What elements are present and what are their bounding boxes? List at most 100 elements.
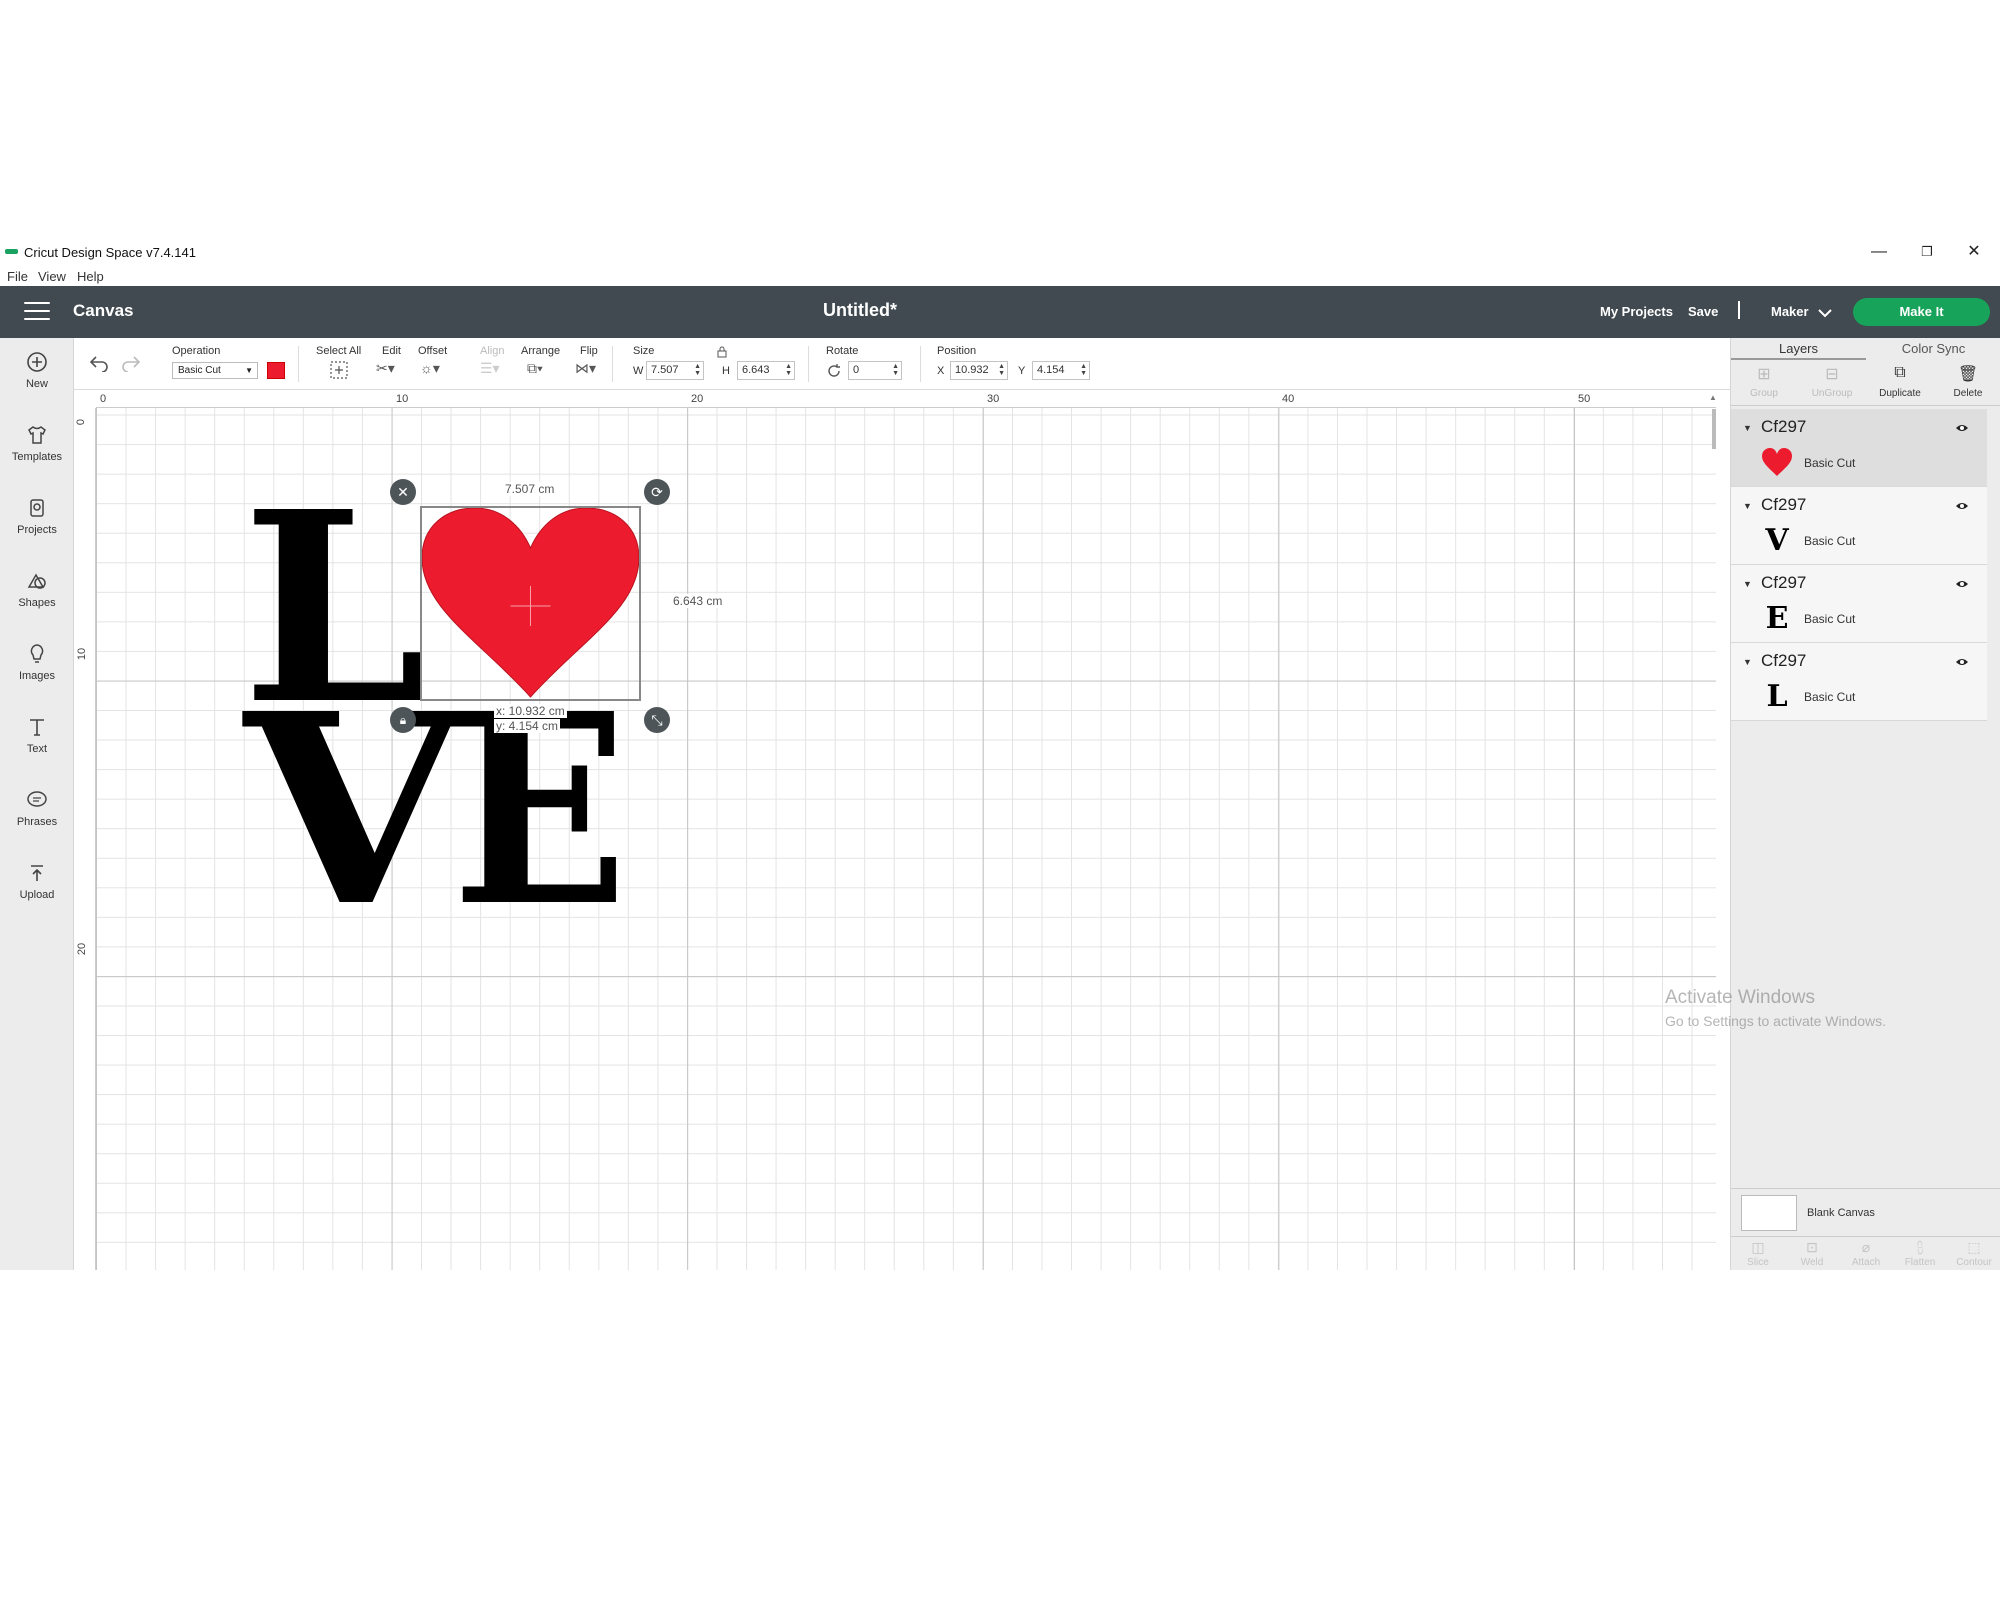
my-projects-link[interactable]: My Projects [1600,304,1673,319]
flip-icon[interactable]: ⋈▾ [575,360,596,382]
save-button[interactable]: Save [1688,304,1718,319]
blank-canvas-swatch[interactable] [1741,1195,1797,1231]
rail-label: Projects [17,524,57,536]
v-thumbnail: V [1765,523,1789,558]
spinner-icon[interactable]: ▲ ▼ [998,363,1005,377]
delete-handle-icon[interactable]: ✕ [390,479,416,505]
spinner-icon[interactable]: ▲ ▼ [785,363,792,377]
make-it-button[interactable]: Make It [1853,298,1990,326]
rail-new[interactable]: New [0,350,74,410]
left-rail: New Templates Projects Shapes Images Tex… [0,338,74,1270]
rail-text[interactable]: Text [0,715,74,775]
collapse-triangle-icon[interactable]: ▼ [1743,579,1752,589]
select-all-icon[interactable] [329,360,349,380]
height-field[interactable]: 6.643 ▲ ▼ [737,361,795,380]
rail-images[interactable]: Images [0,642,74,702]
layer-group[interactable]: ▼ Cf297 Basic Cut [1731,409,1987,487]
rail-upload[interactable]: Upload [0,861,74,921]
design-canvas[interactable]: 0 10 20 30 40 50 0 10 20 L V E ✕ ⟳ 🔒︎ ⤡ … [74,391,1716,1270]
resize-handle-icon[interactable]: ⤡ [644,707,670,733]
spinner-icon[interactable]: ▲ ▼ [694,363,701,377]
ungroup-button[interactable]: ⊟ UnGroup [1799,364,1865,399]
rail-projects[interactable]: Projects [0,496,74,556]
operation-select[interactable]: Basic Cut ▼ [172,362,258,379]
offset-icon[interactable]: ☼▾ [420,360,440,382]
document-title: Untitled* [823,300,897,320]
layer-group[interactable]: ▼ Cf297 V Basic Cut [1731,487,1987,565]
rail-label: Phrases [16,816,58,828]
speech-bubble-icon [25,788,49,812]
x-axis-label: X [937,365,945,377]
layer-group[interactable]: ▼ Cf297 E Basic Cut [1731,565,1987,643]
letter-v[interactable]: V [244,679,464,941]
attach-button[interactable]: ⌀ Attach [1839,1239,1893,1268]
selection-width-label: 7.507 cm [505,482,555,496]
tab-layers[interactable]: Layers [1731,341,1866,356]
duplicate-label: Duplicate [1879,388,1921,399]
rail-templates[interactable]: Templates [0,423,74,483]
minimize-button[interactable]: — [1856,240,1902,264]
app-header: Canvas Untitled* My Projects Save Maker … [0,286,2000,338]
width-field[interactable]: 7.507 ▲ ▼ [646,361,704,380]
menu-bar: File View Help [0,266,2000,286]
group-button[interactable]: ⊞ Group [1731,364,1797,399]
visibility-eye-icon[interactable] [1955,499,1969,513]
visibility-eye-icon[interactable] [1955,421,1969,435]
operation-label: Operation [172,345,221,357]
scroll-thumb[interactable] [1712,409,1716,449]
layer-group[interactable]: ▼ Cf297 L Basic Cut [1731,643,1987,721]
menu-file[interactable]: File [7,269,28,284]
blank-canvas-row[interactable]: Blank Canvas [1731,1188,2000,1236]
rail-phrases[interactable]: Phrases [0,788,74,848]
duplicate-button[interactable]: ⧉ Duplicate [1867,364,1933,399]
layer-name: Basic Cut [1804,690,1856,704]
position-x-field[interactable]: 10.932 ▲ ▼ [950,361,1008,380]
rail-shapes[interactable]: Shapes [0,569,74,629]
spinner-icon[interactable]: ▲ ▼ [1080,363,1087,377]
slice-button[interactable]: ◫ Slice [1731,1239,1785,1268]
collapse-triangle-icon[interactable]: ▼ [1743,501,1752,511]
undo-icon[interactable] [88,354,110,372]
machine-select[interactable]: Maker [1771,304,1809,319]
position-y-field[interactable]: 4.154 ▲ ▼ [1032,361,1090,380]
caret-down-icon: ▼ [245,366,253,375]
visibility-eye-icon[interactable] [1955,655,1969,669]
menu-help[interactable]: Help [77,269,104,284]
shapes-icon [25,569,49,593]
lock-icon[interactable] [717,346,727,358]
chevron-down-icon[interactable] [1818,308,1832,318]
cricut-design-space-window: Cricut Design Space v7.4.141 — ❐ ✕ File … [0,238,2000,1270]
redo-icon[interactable] [120,354,142,372]
menu-view[interactable]: View [38,269,66,284]
weld-icon: ⊡ [1806,1239,1818,1255]
shirt-icon [25,423,49,447]
delete-button[interactable]: 🗑︎ Delete [1935,364,2000,399]
canvas-scrollbar[interactable]: ▲ [1709,391,1716,1270]
spinner-icon[interactable]: ▲ ▼ [892,363,899,377]
arrange-icon[interactable]: ⧉▾ [527,360,543,382]
collapse-triangle-icon[interactable]: ▼ [1743,657,1752,667]
flatten-button[interactable]: ⩉ Flatten [1893,1239,1947,1268]
position-label: Position [937,345,977,357]
scroll-up-icon[interactable]: ▲ [1709,393,1716,402]
edit-scissors-icon[interactable]: ✂▾ [376,360,395,382]
width-value: 7.507 [651,364,679,376]
collapse-triangle-icon[interactable]: ▼ [1743,423,1752,433]
selection-height-label: 6.643 cm [673,594,723,608]
close-window-button[interactable]: ✕ [1951,240,1997,264]
restore-button[interactable]: ❐ [1904,240,1950,264]
align-icon[interactable]: ☰▾ [480,360,500,382]
visibility-eye-icon[interactable] [1955,577,1969,591]
edit-toolbar: Operation Basic Cut ▼ Select All Edit ✂▾ … [74,338,1730,390]
ruler-tick-label: 20 [76,942,89,956]
contour-button[interactable]: ⬚ Contour [1947,1239,2000,1268]
rotate-field[interactable]: 0 ▲ ▼ [848,361,902,380]
operation-color-swatch[interactable] [267,362,285,379]
rotate-handle-icon[interactable]: ⟳ [644,479,670,505]
tab-color-sync[interactable]: Color Sync [1866,341,2000,356]
ruler-tick-label: 50 [1578,393,1591,405]
position-x-value: 10.932 [955,364,989,376]
lock-handle-icon[interactable]: 🔒︎ [390,707,416,733]
arrange-label: Arrange [521,345,561,357]
weld-button[interactable]: ⊡ Weld [1785,1239,1839,1268]
